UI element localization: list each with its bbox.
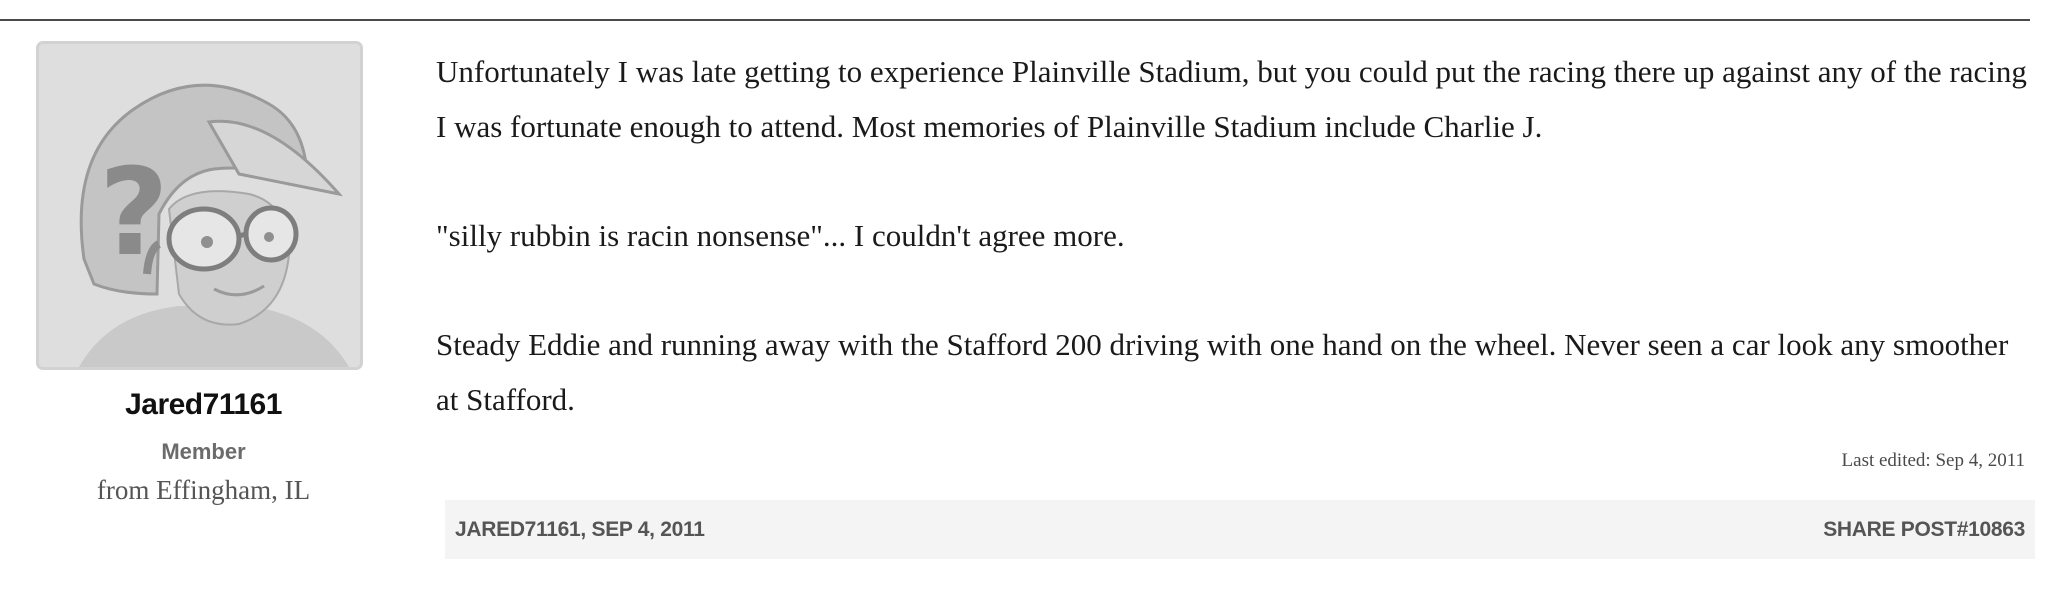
top-divider — [0, 19, 2030, 21]
post-paragraph: "silly rubbin is racin nonsense"... I co… — [436, 218, 1125, 253]
post-message: Unfortunately I was late getting to expe… — [436, 44, 2036, 481]
post-byline[interactable]: JARED71161, SEP 4, 2011 — [455, 518, 705, 542]
author-location: from Effingham, IL — [96, 475, 311, 505]
post-footer: JARED71161, SEP 4, 2011 SHARE POST#10863 — [445, 500, 2035, 559]
svg-text:?: ? — [99, 144, 169, 283]
post-paragraph: Unfortunately I was late getting to expe… — [436, 54, 2027, 144]
share-post-link[interactable]: SHARE POST#10863 — [1823, 518, 2025, 542]
author-title: Member — [161, 439, 246, 464]
author-username[interactable]: Jared71161 — [36, 388, 371, 422]
avatar[interactable]: ? — [36, 41, 363, 370]
last-edited-note: Last edited: Sep 4, 2011 — [1841, 450, 2025, 471]
post-paragraph: Steady Eddie and running away with the S… — [436, 327, 2009, 417]
racing-helmet-avatar-icon: ? — [39, 44, 360, 367]
